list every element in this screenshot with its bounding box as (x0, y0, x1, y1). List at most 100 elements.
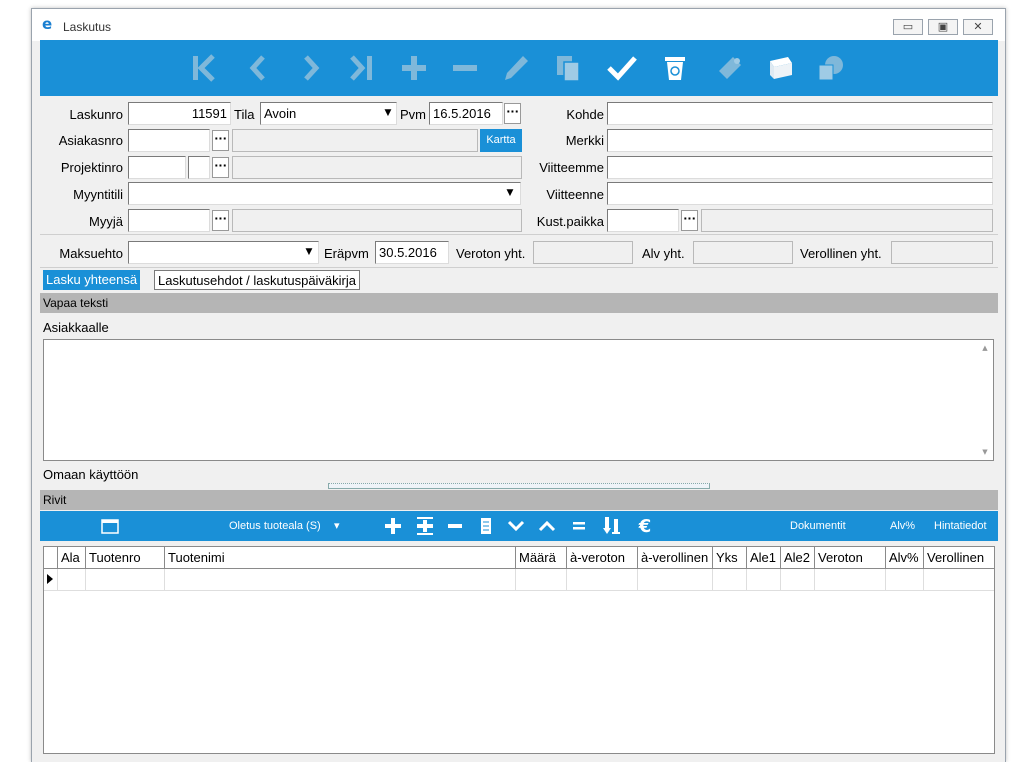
asiakasnro-lookup-button[interactable]: ··· (212, 130, 229, 151)
edit-pencil-icon[interactable] (498, 52, 534, 84)
projektinro-field[interactable] (128, 156, 186, 179)
row-selector[interactable] (44, 569, 58, 591)
copy-icon[interactable] (550, 52, 586, 84)
hintatiedot-button[interactable]: Hintatiedot (934, 511, 987, 541)
globe-document-icon[interactable] (813, 52, 849, 84)
table-row-cell-alv[interactable] (886, 569, 924, 591)
table-row-cell-ale2[interactable] (781, 569, 815, 591)
maksuehto-select[interactable] (128, 241, 319, 264)
rows-toolbar: Oletus tuoteala (S) ▾ € Dokumentit Alv% … (40, 511, 998, 541)
grid-header-alv[interactable]: Alv% (886, 547, 924, 569)
window-icon[interactable] (99, 516, 121, 536)
first-record-icon[interactable] (186, 52, 222, 84)
dokumentit-button[interactable]: Dokumentit (790, 511, 846, 541)
projektinro-sub-field[interactable] (188, 156, 210, 179)
grid-header-tuotenro[interactable]: Tuotenro (86, 547, 165, 569)
merkki-label: Merkki (565, 133, 604, 148)
grid-header-maara[interactable]: Määrä (516, 547, 567, 569)
merkki-field[interactable] (607, 129, 993, 152)
pvm-label: Pvm (400, 107, 426, 122)
tila-select[interactable]: Avoin (260, 102, 397, 125)
rivit-header: Rivit (40, 490, 998, 510)
remove-row-icon[interactable] (444, 516, 466, 536)
oletus-chevron-down-icon[interactable]: ▾ (334, 511, 340, 541)
myyja-field[interactable] (128, 209, 210, 232)
printer-icon[interactable] (762, 52, 798, 84)
table-row-cell-tuotenimi[interactable] (165, 569, 516, 591)
asiakkaalle-scrollbar[interactable]: ▲ ▼ (977, 340, 993, 460)
kohde-field[interactable] (607, 102, 993, 125)
tila-chevron-down-icon[interactable]: ▼ (380, 103, 396, 124)
pvm-picker-button[interactable]: ··· (504, 103, 521, 124)
viitteenne-field[interactable] (607, 182, 993, 205)
myyntitili-select[interactable] (128, 182, 521, 205)
pvm-field[interactable]: 16.5.2016 (429, 102, 503, 125)
table-row-cell-ale1[interactable] (747, 569, 781, 591)
scroll-up-icon[interactable]: ▲ (977, 344, 993, 352)
viitteemme-field[interactable] (607, 156, 993, 179)
asiakasnro-field[interactable] (128, 129, 210, 152)
rows-grid[interactable]: Ala Tuotenro Tuotenimi Määrä à-veroton à… (43, 546, 995, 754)
kustpaikka-field[interactable] (607, 209, 679, 232)
oletus-tuoteala-dropdown[interactable]: Oletus tuoteala (S) (229, 511, 321, 541)
grid-header-ale1[interactable]: Ale1 (747, 547, 781, 569)
table-row-cell-a-verollinen[interactable] (638, 569, 713, 591)
scroll-down-icon[interactable]: ▼ (977, 448, 993, 456)
grid-header-yks[interactable]: Yks (713, 547, 747, 569)
last-record-icon[interactable] (344, 52, 380, 84)
previous-record-icon[interactable] (240, 52, 276, 84)
asiakasnro-label: Asiakasnro (58, 133, 123, 148)
grid-header-veroton[interactable]: Veroton (815, 547, 886, 569)
document-icon[interactable] (475, 516, 497, 536)
table-row-cell-ala[interactable] (58, 569, 86, 591)
confirm-check-icon[interactable] (604, 52, 640, 84)
table-row-cell-veroton[interactable] (815, 569, 886, 591)
table-row-cell-maara[interactable] (516, 569, 567, 591)
tab-lasku-yhteensa[interactable]: Lasku yhteensä (43, 270, 141, 290)
projektinro-lookup-button[interactable]: ··· (212, 157, 229, 178)
flashlight-icon[interactable] (712, 52, 748, 84)
myyntitili-chevron-down-icon[interactable]: ▼ (502, 183, 518, 204)
table-row-cell-verollinen[interactable] (924, 569, 994, 591)
restore-button[interactable]: ▣ (928, 19, 958, 35)
grid-header-ala[interactable]: Ala (58, 547, 86, 569)
move-up-icon[interactable] (536, 516, 558, 536)
kartta-button[interactable]: Kartta (480, 129, 522, 152)
grid-header-tuotenimi[interactable]: Tuotenimi (165, 547, 516, 569)
kustpaikka-lookup-button[interactable]: ··· (681, 210, 698, 231)
add-row-icon[interactable] (382, 516, 404, 536)
laskunro-label: Laskunro (69, 107, 123, 122)
next-record-icon[interactable] (293, 52, 329, 84)
alv-button[interactable]: Alv% (890, 511, 915, 541)
tab-laskutusehdot[interactable]: Laskutusehdot / laskutuspäiväkirja (154, 270, 361, 290)
recycle-bin-icon[interactable] (657, 52, 693, 84)
table-row-cell-yks[interactable] (713, 569, 747, 591)
vapaa-teksti-header: Vapaa teksti (40, 293, 998, 313)
myyja-name-field (232, 209, 522, 232)
euro-icon[interactable]: € (634, 516, 656, 537)
grid-header-a-verollinen[interactable]: à-verollinen (638, 547, 713, 569)
grid-header-verollinen[interactable]: Verollinen (924, 547, 994, 569)
maksuehto-chevron-down-icon[interactable]: ▼ (301, 242, 317, 263)
move-down-icon[interactable] (505, 516, 527, 536)
insert-row-icon[interactable] (414, 516, 436, 536)
equals-icon[interactable] (568, 516, 590, 536)
laskunro-field[interactable]: 11591 (128, 102, 231, 125)
grid-header-ale2[interactable]: Ale2 (781, 547, 815, 569)
viitteemme-label: Viitteemme (539, 160, 604, 175)
close-button[interactable]: ✕ (963, 19, 993, 35)
veroton-yht-label: Veroton yht. (456, 246, 526, 261)
asiakkaalle-textarea[interactable]: ▲ ▼ (43, 339, 994, 461)
grid-header-a-veroton[interactable]: à-veroton (567, 547, 638, 569)
add-icon[interactable] (396, 52, 432, 84)
table-row-cell-tuotenro[interactable] (86, 569, 165, 591)
table-row-cell-a-veroton[interactable] (567, 569, 638, 591)
myyja-lookup-button[interactable]: ··· (212, 210, 229, 231)
sort-down-icon[interactable] (601, 516, 623, 536)
minimize-button[interactable]: ▭ (893, 19, 923, 35)
myyja-label: Myyjä (89, 214, 123, 229)
panel-splitter[interactable] (328, 483, 710, 489)
erapvm-field[interactable]: 30.5.2016 (375, 241, 449, 264)
title-bar[interactable]: e Laskutus ▭ ▣ ✕ (32, 9, 1005, 41)
remove-icon[interactable] (447, 52, 483, 84)
